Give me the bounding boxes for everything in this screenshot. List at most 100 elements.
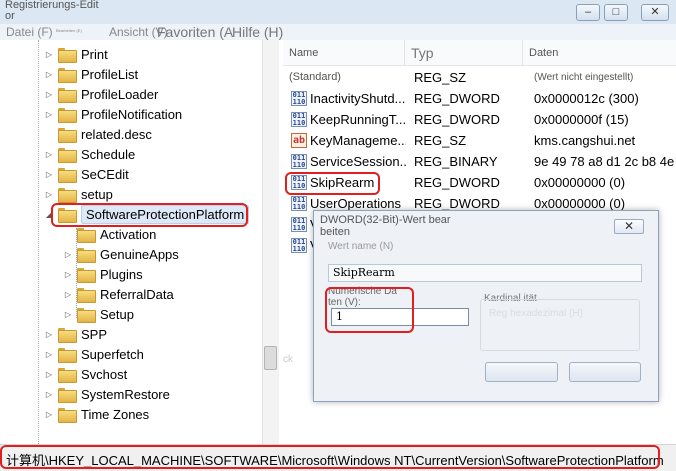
menu-edit[interactable]: Bearbeiten (E) [56,23,82,39]
title-bar: Registrierungs-Edit or – □ ✕ [0,0,676,24]
tree-item-svchost[interactable]: ▷ Svchost [44,364,127,384]
dialog-title: DWORD(32-Bit)-Wert bear beiten [320,214,470,238]
window-title: Registrierungs-Edit or [5,0,135,22]
tree-item-print[interactable]: ▷ Print [44,44,108,64]
column-header-name[interactable]: Name [283,40,405,66]
ok-button[interactable] [485,362,558,382]
expand-arrow-icon[interactable]: ▷ [44,330,54,339]
value-type: REG_SZ [414,133,467,148]
value-row[interactable]: ab KeyManageme... REG_SZ kms.cangshui.net [283,130,676,151]
expand-arrow-icon[interactable]: ▷ [63,290,73,299]
value-name: (Standard) [289,71,341,83]
column-header-type[interactable]: Typ [405,40,523,66]
tree-item-label: Print [81,46,108,62]
value-row[interactable]: 011 110 ServiceSession... REG_BINARY 9e 49 … [283,151,676,172]
folder-icon [58,107,77,123]
tree-item-label: related.desc [81,126,152,142]
value-type: REG_BINARY [414,154,498,169]
tree-item-referraldata[interactable]: ▷ ReferralData [63,284,174,304]
tree-item-label: ProfileNotification [81,106,183,122]
tree-item-label: Svchost [81,366,128,382]
expand-arrow-icon[interactable]: ▷ [44,390,54,399]
tree-item-label: Activation [100,226,157,242]
expand-arrow-icon[interactable]: ▷ [63,250,73,259]
tree-item-superfetch[interactable]: ▷ Superfetch [44,344,144,364]
cancel-button[interactable] [569,362,641,382]
value-type: REG_DWORD [414,175,500,190]
tree-item-related-desc[interactable]: related.desc [44,124,152,144]
value-name: InactivityShutd... [310,91,406,106]
expand-arrow-icon[interactable]: ▷ [44,370,54,379]
expand-arrow-icon[interactable]: ▷ [44,70,54,79]
value-name: KeyManageme... [310,133,406,148]
menu-favorites[interactable]: Favoriten (A [157,24,233,40]
column-header-data[interactable]: Daten [523,40,676,66]
tree-item-plugins[interactable]: ▷ Plugins [63,264,143,284]
base-group: Reg hexadezimal (H) [480,299,640,351]
close-button[interactable]: ✕ [641,4,669,21]
expand-arrow-icon[interactable]: ▷ [44,410,54,419]
value-name-field[interactable]: SkipRearm [328,264,642,282]
expand-arrow-icon[interactable]: ▷ [63,270,73,279]
expand-arrow-icon[interactable]: ▷ [44,170,54,179]
folder-icon [77,227,96,243]
dialog-title-line-2: beiten [320,226,350,238]
folder-icon [58,167,77,183]
tree-item-genuineapps[interactable]: ▷ GenuineApps [63,244,179,264]
value-data: 9e 49 78 a8 d1 2c b8 4e [534,154,675,169]
value-data: 0x0000012c (300) [534,91,639,106]
expand-arrow-icon[interactable]: ▷ [44,110,54,119]
tree-item-setup[interactable]: ▷ Setup [63,304,134,324]
value-data: 0x00000000 (0) [534,175,626,190]
tree-item-systemrestore[interactable]: ▷ SystemRestore [44,384,170,404]
tree-item-label: Superfetch [81,346,144,362]
tree-scrollbar-thumb[interactable] [264,346,277,370]
expand-arrow-icon[interactable]: ▷ [63,310,73,319]
value-row[interactable]: 011 110 InactivityShutd... REG_DWORD 0x0000… [283,88,676,109]
tree-item-label: setup [81,186,113,202]
maximize-button[interactable]: □ [604,4,628,21]
tree-item-activation[interactable]: Activation [63,224,156,244]
menu-help[interactable]: Hilfe (H) [232,24,283,40]
tree-scrollbar[interactable] [262,40,279,444]
folder-icon [58,347,77,363]
dialog-close-button[interactable]: ✕ [614,219,644,234]
hex-radio[interactable]: Reg hexadezimal (H) [489,308,583,319]
folder-icon [58,387,77,403]
tree-item-label: ProfileLoader [81,86,159,102]
tree-item-profilenotification[interactable]: ▷ ProfileNotification [44,104,182,124]
expand-arrow-icon[interactable]: ▷ [44,150,54,159]
value-row[interactable]: 011 110 KeepRunningT... REG_DWORD 0x0000000… [283,109,676,130]
registry-tree[interactable]: ▷ Print ▷ ProfileList ▷ ProfileLoader ▷ Profile… [0,40,279,444]
binary-value-icon: 011 110 [291,91,307,106]
value-data: 0x0000000f (15) [534,112,629,127]
minimize-button[interactable]: – [576,4,600,21]
expand-arrow-icon[interactable]: ▷ [44,350,54,359]
value-type: REG_DWORD [414,112,500,127]
tree-item-setup[interactable]: ▷ setup [44,184,113,204]
binary-value-icon: 011 110 [291,154,307,169]
expand-arrow-icon[interactable]: ▷ [44,90,54,99]
folder-icon [58,67,77,83]
tree-item-spp[interactable]: ▷ SPP [44,324,107,344]
tree-item-time-zones[interactable]: ▷ Time Zones [44,404,149,424]
value-row[interactable]: (Standard) REG_SZ (Wert nicht eingestellt) [283,67,676,88]
tree-item-label: Time Zones [81,406,150,422]
binary-value-icon: 011 110 [291,196,307,211]
tree-item-label: ReferralData [100,286,174,302]
folder-icon [58,127,77,143]
expand-arrow-icon[interactable]: ▷ [44,50,54,59]
tree-item-schedule[interactable]: ▷ Schedule [44,144,135,164]
tree-item-profilelist[interactable]: ▷ ProfileList [44,64,138,84]
menu-file[interactable]: Datei (F) [6,24,53,40]
tree-item-label: Schedule [81,146,136,162]
highlight-status-path [0,445,660,469]
ghost-text: ck [283,354,293,365]
expand-arrow-icon[interactable]: ▷ [44,190,54,199]
tree-item-profileloader[interactable]: ▷ ProfileLoader [44,84,158,104]
tree-item-secedit[interactable]: ▷ SeCEdit [44,164,129,184]
binary-value-icon: 011 110 [291,112,307,127]
window-title-line-2: or [5,10,15,22]
value-name-label: Wert name (N) [328,241,394,252]
folder-icon [58,407,77,423]
